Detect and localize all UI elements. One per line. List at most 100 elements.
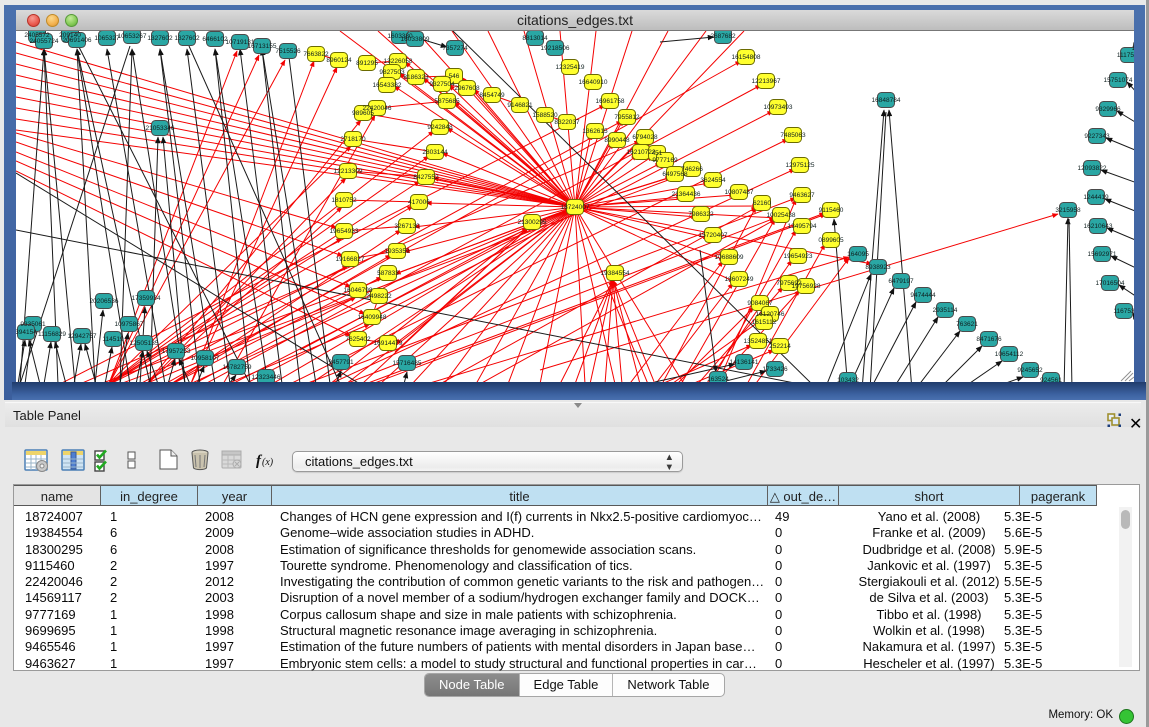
svg-text:9245652: 9245652 [1017,367,1043,374]
svg-text:17957253: 17957253 [162,348,191,355]
svg-text:17359934: 17359934 [132,295,161,302]
svg-text:16033809: 16033809 [401,36,430,43]
svg-text:18607249: 18607249 [725,276,754,283]
svg-text:9474444: 9474444 [910,292,936,299]
svg-text:16409948: 16409948 [358,314,387,321]
svg-text:1615112: 1615112 [752,319,777,326]
svg-text:8186323: 8186323 [403,74,429,81]
svg-text:16782759: 16782759 [223,364,252,371]
svg-text:12975125: 12975125 [786,162,815,169]
svg-text:19654923: 19654923 [784,253,813,260]
svg-text:7663822: 7663822 [303,51,329,58]
svg-text:15751074: 15751074 [1104,77,1133,84]
svg-text:891295: 891295 [356,60,378,67]
svg-text:164095: 164095 [847,251,869,258]
svg-text:10973493: 10973493 [764,104,793,111]
svg-text:9115460: 9115460 [819,207,844,214]
svg-text:8454749: 8454749 [479,92,505,99]
svg-text:15692971: 15692971 [1088,251,1117,258]
svg-text:252214: 252214 [769,343,791,350]
svg-text:12213967: 12213967 [752,78,781,85]
svg-text:16120746: 16120746 [756,311,785,318]
svg-text:8990448: 8990448 [604,137,630,144]
svg-text:1327602: 1327602 [147,35,173,42]
svg-text:14136141: 14136141 [730,359,759,366]
svg-text:451: 451 [652,150,663,157]
svg-text:9084067: 9084067 [747,300,773,307]
svg-text:13495794: 13495794 [788,223,817,230]
svg-text:16961758: 16961758 [596,98,625,105]
svg-text:1733426: 1733426 [762,366,788,373]
svg-text:12213309: 12213309 [334,168,363,175]
svg-text:9463627: 9463627 [789,192,815,199]
svg-text:1935359: 1935359 [384,248,410,255]
svg-text:16543382: 16543382 [373,82,402,89]
svg-text:20691406: 20691406 [63,37,92,44]
svg-text:10688609: 10688609 [715,254,744,261]
svg-text:10958107: 10958107 [191,355,220,362]
svg-text:3498222: 3498222 [366,293,392,300]
svg-text:17016504: 17016504 [1096,280,1125,287]
svg-text:8322037: 8322037 [554,119,580,126]
svg-text:11156829: 11156829 [38,331,66,338]
svg-text:10654112: 10654112 [995,351,1024,358]
svg-text:16848784: 16848784 [872,97,901,104]
svg-text:19384554: 19384554 [601,270,630,277]
svg-text:1065327: 1065327 [94,35,120,42]
svg-text:62160: 62160 [753,200,771,207]
svg-text:12325419: 12325419 [556,64,585,71]
svg-text:763621: 763621 [956,321,978,328]
svg-text:2935114: 2935114 [933,307,958,314]
svg-text:16154808: 16154808 [732,54,761,61]
svg-text:19218506: 19218506 [541,45,570,52]
svg-text:7485063: 7485063 [780,132,806,139]
svg-text:16640910: 16640910 [579,79,608,86]
svg-text:15716485: 15716485 [393,360,422,367]
svg-text:1810752: 1810752 [331,197,357,204]
svg-text:16914479: 16914479 [374,340,403,347]
svg-text:8471676: 8471676 [976,336,1002,343]
svg-text:21053346: 21053346 [146,125,175,132]
svg-text:12942757: 12942757 [68,333,97,340]
svg-text:6466102: 6466102 [202,36,228,43]
svg-text:989605: 989605 [352,110,374,117]
svg-text:0899605: 0899605 [818,237,844,244]
svg-text:10807487: 10807487 [725,189,754,196]
svg-text:7955812: 7955812 [614,114,640,121]
svg-text:9335061: 9335061 [20,321,46,328]
svg-text:2803144: 2803144 [422,149,448,156]
svg-text:394154: 394154 [16,329,37,336]
svg-text:12505135: 12505135 [130,340,159,347]
svg-text:3624554: 3624554 [700,177,726,184]
svg-text:24055724: 24055724 [30,38,59,45]
svg-text:7357274: 7357274 [442,45,468,52]
svg-text:2718170: 2718170 [340,136,366,143]
svg-text:1588520: 1588520 [532,112,558,119]
svg-text:16210643: 16210643 [1084,223,1113,230]
svg-text:20206536: 20206536 [90,298,119,305]
svg-text:7625402: 7625402 [345,336,371,343]
svg-text:6794028: 6794028 [632,134,658,141]
svg-text:9457791: 9457791 [328,359,354,366]
svg-text:1362615: 1362615 [582,128,608,135]
svg-text:3267130: 3267130 [394,223,420,230]
svg-text:21364436: 21364436 [672,191,701,198]
svg-text:9327504: 9327504 [429,81,455,88]
svg-text:7975692: 7975692 [776,280,802,287]
svg-text:114519: 114519 [102,336,124,343]
svg-text:16713155: 16713155 [248,43,277,50]
svg-text:111752: 111752 [1132,45,1134,52]
svg-text:924561: 924561 [1040,377,1062,382]
svg-text:9242848: 9242848 [427,124,453,131]
svg-text:8938923: 8938923 [865,264,891,271]
svg-text:10025438: 10025438 [767,212,796,219]
svg-text:9146821: 9146821 [507,102,533,109]
svg-text:7986322: 7986322 [688,211,714,218]
svg-text:587833: 587833 [377,270,399,277]
svg-text:10975867: 10975867 [115,321,144,328]
svg-text:1244419: 1244419 [1083,194,1109,201]
svg-text:1327602: 1327602 [174,35,200,42]
svg-text:(x): (x) [262,457,274,468]
svg-text:9827503: 9827503 [379,69,405,76]
svg-text:2687682: 2687682 [710,33,736,40]
